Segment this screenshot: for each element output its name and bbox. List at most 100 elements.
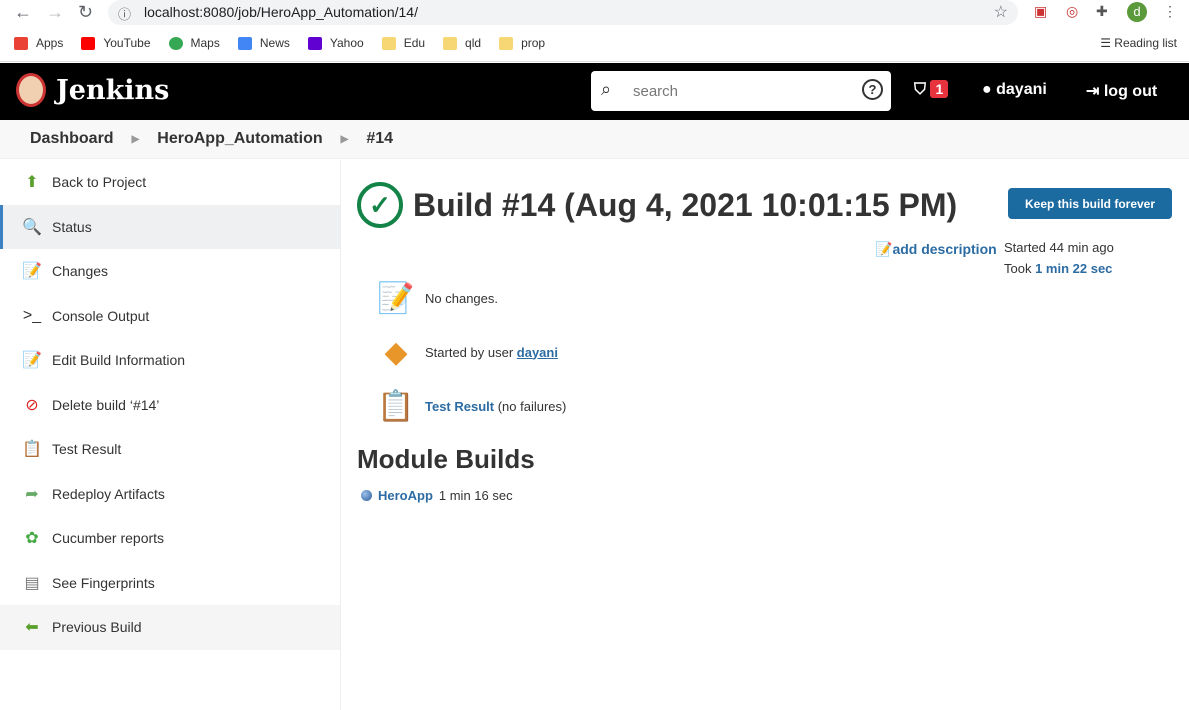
sidebar-icon: ▤ [24,574,40,592]
build-duration: Took 1 min 22 sec [1004,258,1114,279]
address-bar[interactable]: ⓘ localhost:8080/job/HeroApp_Automation/1… [108,0,1018,25]
bookmark-label: Edu [403,36,426,50]
extension-icon[interactable]: ▣ [1034,3,1047,20]
sidebar-item-label: Redeploy Artifacts [52,485,165,502]
user-name: dayani [996,81,1047,98]
module-duration: 1 min 16 sec [438,488,513,503]
sidebar-item-status[interactable]: 🔍 Status [0,204,340,249]
news-icon [237,36,252,50]
sidebar-icon: 📝 [22,352,42,370]
bookmarks-bar: Apps YouTube Maps News Yahoo Edu qld pro… [14,36,563,50]
sidebar-item-changes[interactable]: 📝 Changes [0,249,340,294]
user-link[interactable]: ● dayani [982,81,1047,99]
sidebar-item-console-output[interactable]: >_ Console Output [0,294,340,339]
took-label: Took [1004,261,1036,276]
logout-icon: ⇥ [1086,83,1100,100]
sidebar-icon: ⬆ [25,174,39,192]
search-input[interactable]: ⌕ search? [591,71,891,111]
sidebar-icon: ➦ [25,485,39,503]
started-by-text: Started by user [425,344,517,360]
sidebar: ⬆ Back to Project 🔍 Status 📝 Changes >_ Console… [0,160,341,710]
sidebar-item-label: Console Output [52,307,150,324]
apps-icon [14,36,28,50]
bookmark-maps[interactable]: Maps [168,36,220,50]
reading-list[interactable]: ☰ Reading list [1100,36,1177,50]
sidebar-icon: ⬅ [25,619,39,637]
url-text: localhost:8080/job/HeroApp_Automation/14… [144,4,418,20]
sidebar-item-delete-build-14[interactable]: ⊘ Delete build ‘#14’ [0,383,340,428]
bookmark-apps[interactable]: Apps [14,36,63,50]
sidebar-item-edit-build-information[interactable]: 📝 Edit Build Information [0,338,340,383]
sidebar-item-cucumber-reports[interactable]: ✿ Cucumber reports [0,516,340,561]
menu-icon[interactable]: ⋮ [1163,3,1177,20]
bookmark-prop[interactable]: prop [499,36,545,50]
bookmark-label: Yahoo [329,36,364,50]
bookmark-label: YouTube [103,36,151,50]
user-link[interactable]: dayani [517,345,558,360]
jenkins-logo[interactable]: Jenkins [16,73,169,107]
yahoo-icon [307,36,322,50]
add-description-label: add description [892,241,997,257]
alert-count-badge: 1 [930,80,949,98]
profile-avatar[interactable]: d [1127,2,1147,22]
search-icon: ⌕ [601,79,612,99]
sidebar-icon: ⊘ [25,396,39,414]
chevron-right-icon[interactable]: ▶ [132,134,140,145]
folder-icon [499,36,514,50]
module-row: HeroApp 1 min 16 sec [361,488,513,503]
browser-chrome: ← → ↻ ⓘ localhost:8080/job/HeroApp_Automa… [0,0,1189,62]
breadcrumb: Dashboard ▶ HeroApp_Automation ▶ #14 [0,120,1189,159]
sidebar-item-redeploy-artifacts[interactable]: ➦ Redeploy Artifacts [0,472,340,517]
folder-icon [381,36,396,50]
logout-label: log out [1103,83,1158,100]
reading-list-label: Reading list [1114,36,1177,50]
reload-icon[interactable]: ↻ [78,2,93,23]
brand-name: Jenkins [56,74,170,106]
build-meta: Started 44 min ago Took 1 min 22 sec [1004,237,1114,279]
folder-icon [443,36,458,50]
bookmark-yahoo[interactable]: Yahoo [307,36,364,50]
started-time: Started 44 min ago [1004,240,1114,255]
add-description-link[interactable]: 📝add description [875,241,997,258]
security-alerts[interactable]: ⛉ 1 [914,80,949,99]
module-builds-heading: Module Builds [357,444,535,474]
test-result-summary: (no failures) [494,398,567,414]
keep-build-forever-button[interactable]: Keep this build forever [1008,188,1172,219]
sidebar-item-previous-build[interactable]: ⬅ Previous Build [0,605,340,650]
jenkins-butler-icon [16,73,46,107]
bookmark-qld[interactable]: qld [443,36,481,50]
sidebar-item-label: Test Result [52,441,122,458]
forward-arrow-icon[interactable]: → [46,2,64,23]
breadcrumb-build[interactable]: #14 [366,130,393,148]
sidebar-item-back-to-project[interactable]: ⬆ Back to Project [0,160,340,205]
extension-icon[interactable]: ◎ [1066,3,1078,20]
sidebar-item-label: Status [52,218,92,235]
breadcrumb-dashboard[interactable]: Dashboard [30,130,114,148]
bookmark-news[interactable]: News [237,36,290,50]
duration-link[interactable]: 1 min 22 sec [1035,261,1112,276]
sidebar-item-test-result[interactable]: 📋 Test Result [0,427,340,472]
test-result-link[interactable]: Test Result [425,399,494,414]
notepad-icon: 📝 [875,241,893,257]
chevron-right-icon[interactable]: ▶ [341,134,349,145]
sidebar-item-label: Previous Build [52,619,142,636]
sidebar-icon: 📋 [22,441,42,459]
logout-link[interactable]: ⇥ log out [1086,81,1157,101]
maps-icon [168,36,183,50]
bookmark-label: News [259,36,290,50]
help-icon[interactable]: ? [862,79,883,100]
module-link[interactable]: HeroApp [378,488,433,503]
back-arrow-icon[interactable]: ← [14,2,32,23]
sidebar-icon: ✿ [25,530,39,548]
success-check-icon: ✓ [357,182,403,228]
sidebar-icon: 🔍 [22,218,42,236]
star-icon[interactable]: ☆ [994,2,1008,22]
bookmark-edu[interactable]: Edu [381,36,426,50]
puzzle-icon[interactable]: ✚ [1096,3,1108,20]
breadcrumb-project[interactable]: HeroApp_Automation [157,130,322,148]
sidebar-item-label: Changes [52,263,109,280]
user-icon: ● [982,81,992,98]
sidebar-item-see-fingerprints[interactable]: ▤ See Fingerprints [0,561,340,606]
search-placeholder: search [633,83,679,100]
bookmark-youtube[interactable]: YouTube [81,36,151,50]
